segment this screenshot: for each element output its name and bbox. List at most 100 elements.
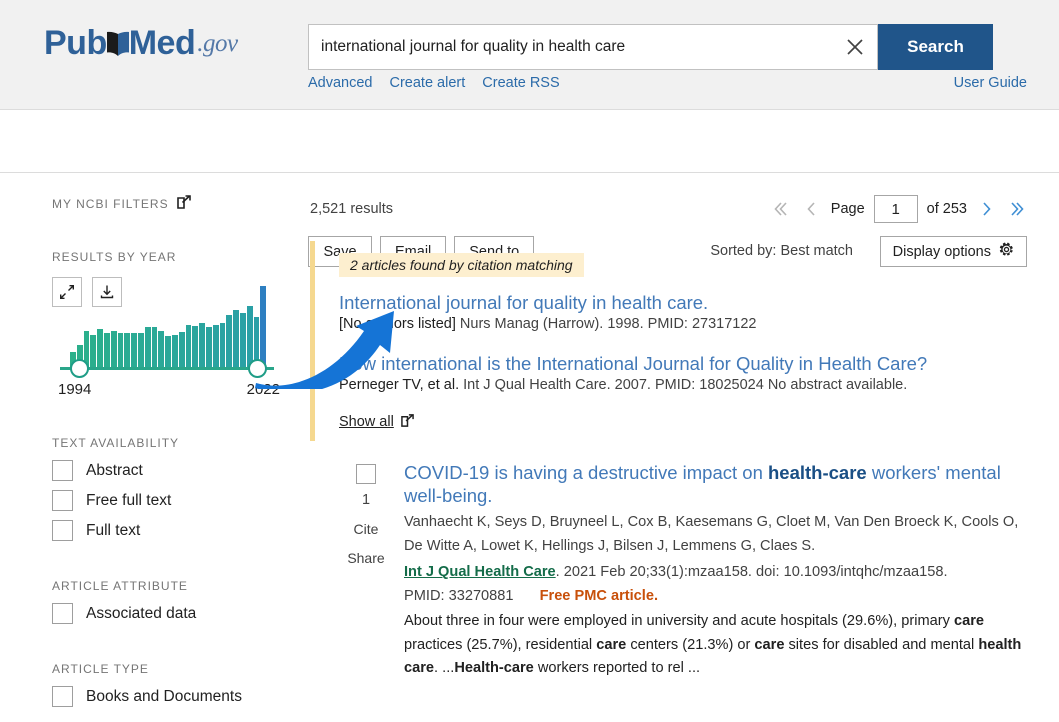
year-start-label: 1994	[58, 381, 92, 398]
page-label: Page	[830, 201, 865, 217]
pmid-label: PMID: 33270881	[404, 587, 514, 604]
text-availability-title: TEXT AVAILABILITY	[52, 436, 180, 450]
external-link-icon	[176, 195, 191, 212]
citation-details: . 2021 Feb 20;33(1):mzaa158. doi: 10.109…	[555, 564, 948, 581]
checkbox-icon[interactable]	[52, 490, 73, 511]
create-alert-link[interactable]: Create alert	[390, 75, 466, 91]
histogram-bar	[165, 335, 171, 367]
filter-label: Books and Documents	[86, 687, 242, 705]
histogram-bar	[158, 331, 165, 367]
article-type-title: ARTICLE TYPE	[52, 662, 149, 676]
double-chevron-right-icon[interactable]	[1007, 198, 1029, 220]
citation-match-title[interactable]: How international is the International J…	[339, 352, 1029, 375]
year-range-end-handle[interactable]	[248, 359, 267, 378]
checkbox-icon[interactable]	[52, 603, 73, 624]
journal-link[interactable]: Int J Qual Health Care	[404, 564, 556, 580]
results-header: 2,521 results Page of 253	[310, 195, 1029, 223]
histogram-bar	[131, 332, 137, 367]
share-button[interactable]: Share	[347, 550, 384, 566]
histogram-bar	[97, 328, 103, 367]
pagination: Page of 253	[769, 195, 1029, 223]
histogram-bar	[226, 315, 233, 367]
filter-label: Associated data	[86, 604, 197, 622]
search-box	[308, 24, 878, 70]
search-input[interactable]	[309, 25, 833, 69]
result-checkbox[interactable]	[356, 463, 376, 484]
chevron-left-icon[interactable]	[800, 198, 822, 220]
citation-match-authors: Perneger TV, et al.	[339, 377, 460, 394]
search-sublinks: Advanced Create alert Create RSS	[308, 75, 560, 91]
results-by-year-histogram[interactable]: 1994 2022	[52, 281, 280, 398]
close-icon[interactable]	[833, 25, 877, 69]
year-range-start-handle[interactable]	[70, 359, 89, 378]
checkbox-icon[interactable]	[52, 686, 73, 707]
show-all-link[interactable]: Show all	[339, 413, 414, 431]
histogram-bar	[185, 324, 192, 367]
histogram-bar	[137, 332, 144, 367]
my-ncbi-filters-header[interactable]: MY NCBI FILTERS	[52, 195, 300, 212]
page-input[interactable]	[873, 195, 918, 223]
external-link-icon	[400, 413, 414, 431]
logo-gov: .gov	[197, 29, 238, 57]
results-by-year-title: RESULTS BY YEAR	[52, 250, 177, 264]
histogram-bar	[117, 333, 124, 367]
histogram-bar	[144, 327, 151, 367]
citation-matching-panel: 2 articles found by citation matching In…	[310, 241, 1029, 441]
logo-pub: Pub	[44, 24, 107, 62]
histogram-bar	[199, 323, 205, 367]
histogram-bar	[171, 335, 178, 367]
show-all-label: Show all	[339, 414, 394, 431]
checkbox-icon[interactable]	[52, 520, 73, 541]
histogram-bar	[205, 326, 212, 367]
result-pmid-line: PMID: 33270881 Free PMC article.	[404, 585, 1029, 608]
result-title-highlight: health-care	[768, 461, 867, 483]
result-item-controls: 1 Cite Share	[334, 461, 398, 681]
pubmed-logo[interactable]: Pub Med .gov	[44, 26, 238, 60]
results-action-bar: Save Email Send to Sorted by: Best match…	[0, 110, 1059, 267]
result-item: 1 Cite Share COVID-19 is having a destru…	[310, 461, 1029, 681]
cite-button[interactable]: Cite	[354, 521, 379, 537]
histogram-bar	[90, 335, 97, 367]
filter-abstract[interactable]: Abstract	[52, 460, 300, 481]
filter-free-full-text[interactable]: Free full text	[52, 490, 300, 511]
histogram-bar	[178, 331, 185, 367]
filter-books-and-documents[interactable]: Books and Documents	[52, 686, 300, 707]
filter-associated-data[interactable]: Associated data	[52, 603, 300, 624]
histogram-axis	[60, 359, 274, 378]
my-ncbi-filters-label: MY NCBI FILTERS	[52, 196, 169, 211]
user-guide-link[interactable]: User Guide	[954, 75, 1027, 91]
create-rss-link[interactable]: Create RSS	[482, 75, 559, 91]
chevron-right-icon[interactable]	[976, 198, 998, 220]
open-book-icon	[105, 28, 131, 58]
result-citation: Int J Qual Health Care. 2021 Feb 20;33(1…	[404, 561, 1029, 584]
result-authors: Vanhaecht K, Seys D, Bruyneel L, Cox B, …	[404, 514, 1019, 554]
year-end-label: 2022	[246, 381, 280, 398]
citation-match-title[interactable]: International journal for quality in hea…	[339, 291, 1029, 314]
citation-matching-badge: 2 articles found by citation matching	[339, 253, 584, 277]
search-button[interactable]: Search	[878, 24, 993, 70]
page-body: MY NCBI FILTERS RESULTS BY YEAR 1994 202…	[0, 173, 1059, 715]
histogram-bars	[70, 281, 267, 367]
citation-match-meta: [No authors listed] Nurs Manag (Harrow).…	[339, 316, 1029, 332]
page-header: Pub Med .gov Search Advanced Cre	[0, 0, 1059, 110]
filter-full-text[interactable]: Full text	[52, 520, 300, 541]
checkbox-icon[interactable]	[52, 460, 73, 481]
result-title[interactable]: COVID-19 is having a destructive impact …	[404, 461, 1029, 508]
article-attribute-title: ARTICLE ATTRIBUTE	[52, 579, 188, 593]
histogram-bar	[212, 325, 219, 367]
citation-match-source: Int J Qual Health Care. 2007. PMID: 1802…	[463, 377, 908, 394]
free-pmc-badge: Free PMC article.	[539, 587, 659, 604]
advanced-link[interactable]: Advanced	[308, 75, 373, 91]
filters-sidebar: MY NCBI FILTERS RESULTS BY YEAR 1994 202…	[0, 173, 300, 715]
histogram-bar	[151, 327, 158, 367]
results-count: 2,521 results	[310, 201, 394, 217]
histogram-bar	[219, 323, 226, 367]
histogram-bar	[192, 326, 199, 367]
result-title-part1: COVID-19 is having a destructive impact …	[404, 461, 768, 483]
histogram-bar	[110, 331, 117, 367]
double-chevron-left-icon[interactable]	[769, 198, 791, 220]
histogram-bar	[239, 312, 246, 367]
citation-match-authors: [No authors listed]	[339, 316, 456, 333]
citation-match-meta: Perneger TV, et al. Int J Qual Health Ca…	[339, 377, 1029, 393]
total-pages-label: of 253	[926, 201, 967, 217]
